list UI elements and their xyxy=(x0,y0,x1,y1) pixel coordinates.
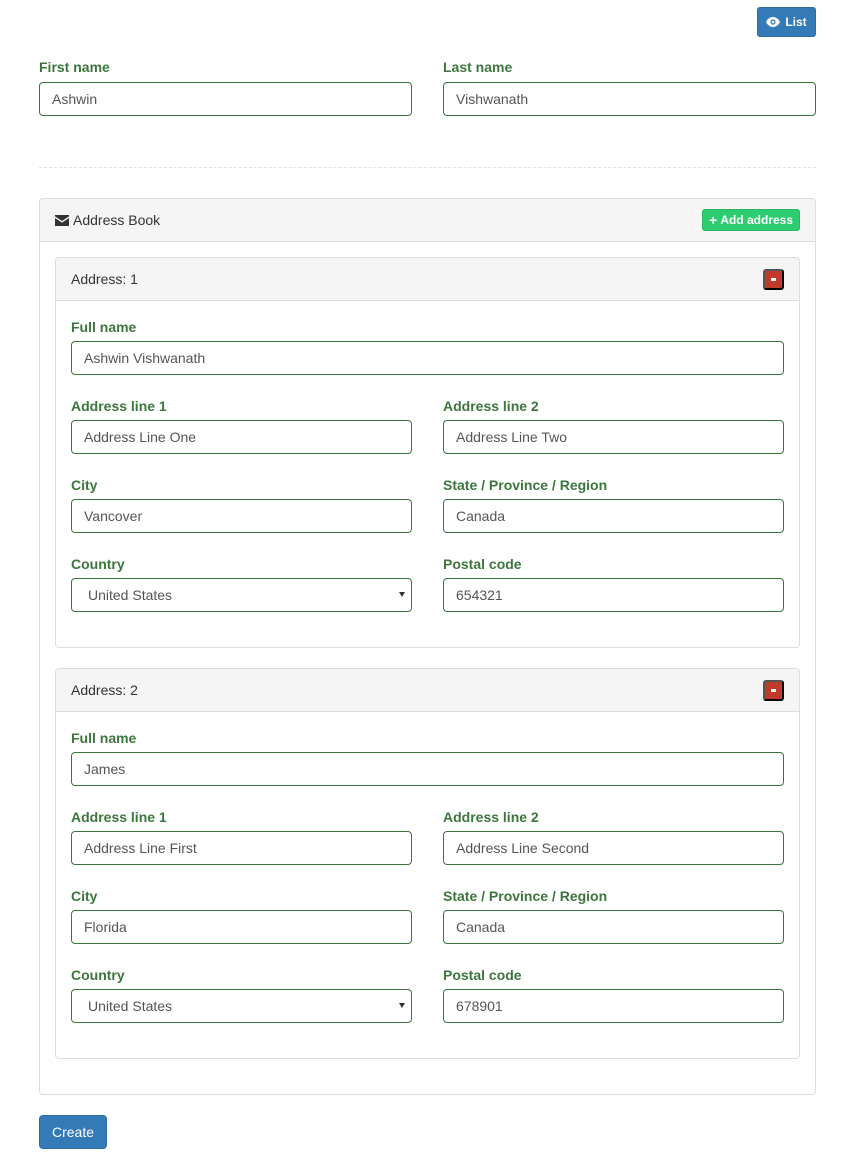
last-name-label: Last name xyxy=(443,59,513,75)
address-book-heading: Address Book + Add address xyxy=(40,199,815,242)
remove-address-2-button[interactable] xyxy=(763,680,784,701)
first-name-label: First name xyxy=(39,59,110,75)
minus-icon xyxy=(771,689,776,692)
address-2-title: Address: 2 xyxy=(71,682,138,698)
postal-code-label: Postal code xyxy=(443,556,522,572)
list-button[interactable]: List xyxy=(757,7,816,37)
address-book-panel: Address Book + Add address Address: 1 Fu… xyxy=(39,198,816,1095)
city-label: City xyxy=(71,888,98,904)
postal-code-label: Postal code xyxy=(443,967,522,983)
country-select-value: United States xyxy=(88,587,173,603)
address-panel-2: Address: 2 Full name James Address line … xyxy=(55,668,800,1059)
minus-icon xyxy=(771,278,776,281)
city-input[interactable]: Vancover xyxy=(71,499,412,533)
full-name-input[interactable]: Ashwin Vishwanath xyxy=(71,341,784,375)
envelope-icon xyxy=(55,214,69,226)
country-label: Country xyxy=(71,967,125,983)
address-line1-input[interactable]: Address Line One xyxy=(71,420,412,454)
address-1-heading: Address: 1 xyxy=(56,258,799,301)
address-book-title: Address Book xyxy=(55,212,160,228)
city-label: City xyxy=(71,477,98,493)
plus-icon: + xyxy=(709,212,718,228)
list-button-label: List xyxy=(785,15,807,29)
full-name-label: Full name xyxy=(71,319,137,335)
create-button[interactable]: Create xyxy=(39,1115,107,1149)
add-address-button[interactable]: + Add address xyxy=(702,209,800,231)
full-name-label: Full name xyxy=(71,730,137,746)
state-input[interactable]: Canada xyxy=(443,499,784,533)
section-divider xyxy=(39,167,816,168)
caret-down-icon xyxy=(399,1003,405,1008)
address-1-title: Address: 1 xyxy=(71,271,138,287)
city-input[interactable]: Florida xyxy=(71,910,412,944)
country-label: Country xyxy=(71,556,125,572)
country-select[interactable]: United States xyxy=(71,989,412,1023)
eye-icon xyxy=(766,17,781,27)
postal-code-input[interactable]: 678901 xyxy=(443,989,784,1023)
state-input[interactable]: Canada xyxy=(443,910,784,944)
address-line2-input[interactable]: Address Line Second xyxy=(443,831,784,865)
address-line2-label: Address line 2 xyxy=(443,398,539,414)
add-address-label: Add address xyxy=(720,213,793,227)
address-line1-label: Address line 1 xyxy=(71,809,167,825)
address-book-title-text: Address Book xyxy=(73,212,161,228)
address-line2-input[interactable]: Address Line Two xyxy=(443,420,784,454)
caret-down-icon xyxy=(399,592,405,597)
state-label: State / Province / Region xyxy=(443,477,608,493)
country-select[interactable]: United States xyxy=(71,578,412,612)
first-name-input[interactable]: Ashwin xyxy=(39,82,412,116)
address-line1-label: Address line 1 xyxy=(71,398,167,414)
address-line1-input[interactable]: Address Line First xyxy=(71,831,412,865)
state-label: State / Province / Region xyxy=(443,888,608,904)
full-name-input[interactable]: James xyxy=(71,752,784,786)
address-panel-1: Address: 1 Full name Ashwin Vishwanath A… xyxy=(55,257,800,648)
postal-code-input[interactable]: 654321 xyxy=(443,578,784,612)
last-name-input[interactable]: Vishwanath xyxy=(443,82,816,116)
address-2-heading: Address: 2 xyxy=(56,669,799,712)
address-line2-label: Address line 2 xyxy=(443,809,539,825)
country-select-value: United States xyxy=(88,998,173,1014)
remove-address-1-button[interactable] xyxy=(763,269,784,290)
